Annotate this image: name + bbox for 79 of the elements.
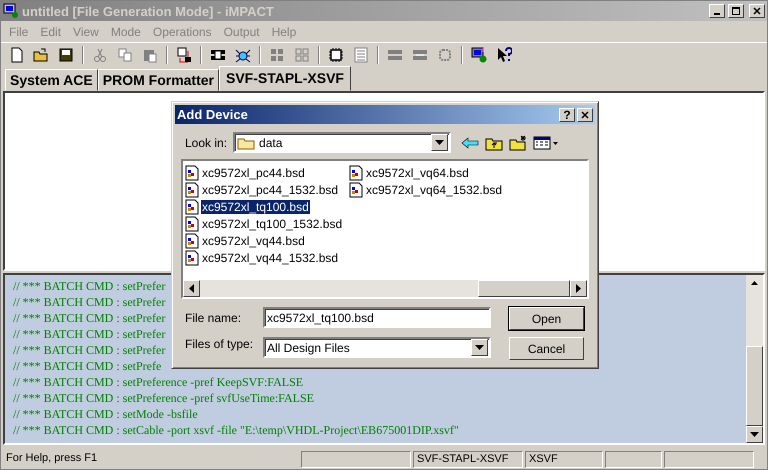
log-line: // *** BATCH CMD : setMode -bsfile bbox=[13, 406, 198, 422]
chip-outline-icon[interactable] bbox=[437, 46, 453, 62]
file-type-value: All Design Files bbox=[267, 340, 351, 354]
scissors-icon[interactable] bbox=[92, 46, 108, 62]
list-entry[interactable]: xc9572xl_vq44.bsd bbox=[185, 232, 306, 248]
scroll-thumb[interactable] bbox=[478, 280, 570, 297]
scroll-down-button[interactable] bbox=[746, 426, 763, 443]
open-folder-icon[interactable] bbox=[33, 46, 49, 62]
grid-icon[interactable] bbox=[269, 46, 285, 62]
log-line: // *** BATCH CMD : setPrefe bbox=[13, 358, 162, 374]
left-arrow-icon bbox=[189, 284, 194, 293]
list-entry[interactable]: xc9572xl_tq100_1532.bsd bbox=[185, 216, 344, 232]
close-icon bbox=[581, 110, 589, 118]
file-name-field[interactable]: xc9572xl_tq100.bsd bbox=[263, 307, 491, 328]
maximize-icon bbox=[732, 7, 740, 15]
new-folder-icon[interactable] bbox=[509, 134, 528, 150]
look-in-label: Look in: bbox=[185, 136, 228, 150]
window-title: untitled [File Generation Mode] - iMPACT bbox=[22, 4, 275, 18]
back-arrow-icon[interactable] bbox=[461, 136, 480, 150]
file-type-dropdown[interactable]: All Design Files bbox=[263, 337, 491, 358]
file-icon bbox=[349, 164, 363, 180]
close-icon bbox=[753, 7, 761, 15]
computer-icon[interactable] bbox=[471, 46, 487, 62]
list-icon[interactable] bbox=[353, 46, 369, 62]
grid-outline-icon[interactable] bbox=[294, 46, 310, 62]
dialog-title: Add Device bbox=[177, 107, 249, 122]
log-line: // *** BATCH CMD : setPrefer bbox=[13, 310, 166, 326]
minimize-button[interactable] bbox=[709, 4, 725, 18]
help-button[interactable]: ? bbox=[559, 108, 575, 122]
tab[interactable]: System ACE bbox=[5, 69, 98, 91]
bug-icon[interactable] bbox=[235, 46, 251, 62]
help-pointer-icon[interactable] bbox=[496, 46, 512, 62]
look-in-value: data bbox=[259, 136, 284, 150]
list-entry[interactable]: xc9572xl_pc44_1532.bsd bbox=[185, 182, 340, 198]
list-entry[interactable]: xc9572xl_vq64_1532.bsd bbox=[349, 182, 504, 198]
maximize-button[interactable] bbox=[728, 4, 744, 18]
file-type-label: Files of type: bbox=[185, 336, 254, 351]
dropdown-arrow-icon bbox=[435, 140, 444, 145]
look-in-dropdown[interactable]: data bbox=[233, 132, 452, 153]
scroll-thumb[interactable] bbox=[746, 346, 763, 426]
chip-icon[interactable] bbox=[328, 46, 344, 62]
cancel-button[interactable]: Cancel bbox=[509, 337, 584, 360]
close-button[interactable] bbox=[749, 4, 765, 18]
log-line: // *** BATCH CMD : setPreference -pref svfUseTime:FALSE bbox=[13, 390, 314, 406]
log-line: // *** BATCH CMD : setCable -port xsvf -file "E:\temp\VHDL-Project\EB675001DIP.xsvf" bbox=[13, 422, 459, 438]
file-icon bbox=[185, 164, 199, 180]
status-text: XSVF bbox=[525, 451, 603, 468]
log-line: // *** BATCH CMD : setPreference -pref KeepSVF:FALSE bbox=[13, 374, 304, 390]
log-line: // *** BATCH CMD : setPrefer bbox=[13, 278, 166, 294]
file-name-label: File name: bbox=[185, 311, 242, 325]
tab[interactable]: SVF-STAPL-XSVF bbox=[218, 66, 351, 91]
right-arrow-icon bbox=[576, 284, 581, 293]
open-button[interactable]: Open bbox=[509, 307, 584, 330]
dropdown-arrow-icon bbox=[475, 345, 484, 350]
copy-icon[interactable] bbox=[117, 46, 133, 62]
log-line: // *** BATCH CMD : setPrefer bbox=[13, 326, 166, 342]
save-icon[interactable] bbox=[58, 46, 74, 62]
file-icon bbox=[349, 182, 363, 198]
scroll-left-button[interactable] bbox=[183, 280, 200, 297]
status-text: SVF-STAPL-XSVF bbox=[413, 451, 523, 468]
file-icon bbox=[185, 216, 199, 232]
list-entry[interactable]: xc9572xl_vq44_1532.bsd bbox=[185, 250, 340, 266]
down-arrow-icon bbox=[750, 432, 759, 437]
close-button[interactable] bbox=[577, 108, 593, 122]
scroll-right-button[interactable] bbox=[570, 280, 587, 297]
log-line: // *** BATCH CMD : setPrefer bbox=[13, 294, 166, 310]
app-icon bbox=[3, 3, 19, 19]
view-menu-icon[interactable] bbox=[533, 136, 560, 150]
tab[interactable]: PROM Formatter bbox=[98, 69, 219, 91]
list-entry[interactable]: xc9572xl_pc44.bsd bbox=[185, 164, 306, 180]
list-entry[interactable]: xc9572xl_vq64.bsd bbox=[349, 164, 470, 180]
document-arrow-icon[interactable] bbox=[176, 46, 192, 62]
status-text: For Help, press F1 bbox=[5, 451, 98, 466]
file-icon bbox=[185, 250, 199, 266]
log-line: // *** BATCH CMD : setPrefer bbox=[13, 342, 166, 358]
file-icon bbox=[185, 182, 199, 198]
folder-icon bbox=[237, 136, 256, 150]
file-icon bbox=[185, 232, 199, 248]
file-icon bbox=[185, 198, 199, 214]
